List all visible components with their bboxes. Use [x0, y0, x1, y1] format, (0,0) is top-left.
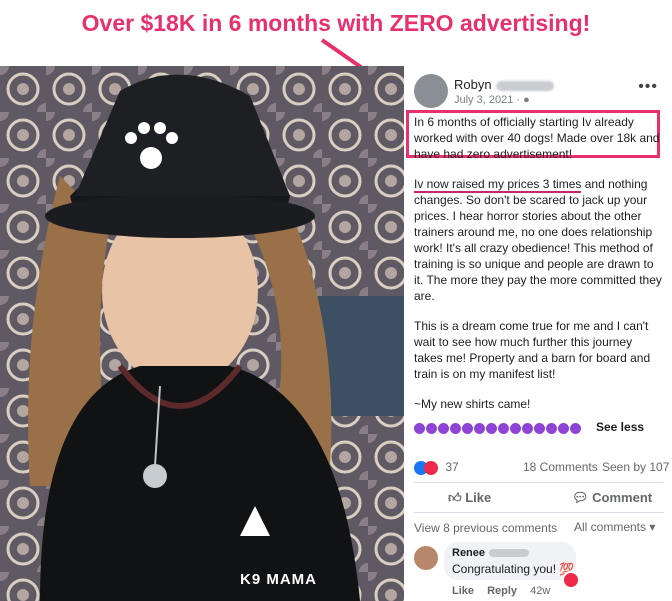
comment-actions: Like Reply 42w — [452, 585, 560, 597]
comment-reply-link[interactable]: Reply — [487, 585, 517, 597]
purple-hearts-row — [414, 421, 582, 435]
commenter-avatar[interactable] — [414, 546, 438, 570]
thumbs-up-icon: 👍︎ — [448, 490, 462, 505]
comments-count[interactable]: 18 Comments — [523, 460, 598, 474]
comment-like-link[interactable]: Like — [452, 585, 474, 597]
purple-heart-icon — [510, 423, 521, 435]
speech-bubble-icon: 💬︎ — [572, 490, 589, 505]
see-less-link[interactable]: See less — [596, 420, 644, 434]
post-paragraph-3: This is a dream come true for me and I c… — [414, 319, 651, 381]
divider — [414, 512, 664, 513]
like-button[interactable]: 👍︎ Like — [448, 490, 491, 506]
purple-heart-icon — [558, 423, 569, 435]
love-reaction-icon[interactable] — [562, 571, 580, 589]
reactions-count: 37 — [445, 460, 459, 474]
purple-heart-icon — [522, 423, 533, 435]
purple-heart-icon — [438, 423, 449, 435]
comment-time: 42w — [530, 585, 551, 597]
post-panel: Robyn July 3, 2021 · ● ••• In 6 months o… — [404, 66, 672, 601]
post-text: In 6 months of officially starting Iv al… — [414, 114, 664, 426]
comment-button[interactable]: 💬︎ Comment — [572, 490, 652, 506]
ellipsis-icon[interactable]: ••• — [638, 78, 658, 96]
purple-heart-icon — [474, 423, 485, 435]
commenter-name[interactable]: Renee — [452, 547, 530, 559]
woman-photo-illustration — [0, 66, 404, 601]
divider — [414, 482, 664, 483]
purple-heart-icon — [534, 423, 545, 435]
reactions-summary[interactable]: 37 — [414, 460, 459, 475]
view-previous-comments[interactable]: View 8 previous comments — [414, 521, 557, 535]
all-comments-dropdown[interactable]: All comments ▾ — [574, 520, 655, 534]
purple-heart-icon — [546, 423, 557, 435]
purple-heart-icon — [570, 423, 581, 435]
highlighted-text: In 6 months of officially starting Iv al… — [414, 115, 660, 161]
shirt-text: K9 MAMA — [240, 571, 317, 588]
post-date[interactable]: July 3, 2021 · ● — [454, 94, 530, 106]
underlined-text: Iv now raised my prices 3 times — [414, 177, 582, 193]
author-avatar[interactable] — [414, 74, 448, 108]
blurred-surname — [495, 80, 554, 91]
post-photo[interactable]: K9 MAMA — [0, 66, 404, 601]
purple-heart-icon — [414, 423, 425, 435]
purple-heart-icon — [498, 423, 509, 435]
purple-heart-icon — [462, 423, 473, 435]
author-name[interactable]: Robyn — [454, 77, 554, 92]
love-reaction-icon — [424, 460, 438, 475]
globe-icon: ● — [523, 94, 530, 106]
comment-text: Congratulating you! 💯 — [452, 562, 575, 576]
seen-by-count[interactable]: Seen by 107 — [602, 460, 669, 474]
purple-heart-icon — [426, 423, 437, 435]
post-paragraph-4: ~My new shirts came! — [414, 397, 531, 411]
purple-heart-icon — [486, 423, 497, 435]
post-paragraph-2: Iv now raised my prices 3 times and noth… — [414, 177, 662, 303]
purple-heart-icon — [450, 423, 461, 435]
blurred-surname — [489, 549, 530, 558]
